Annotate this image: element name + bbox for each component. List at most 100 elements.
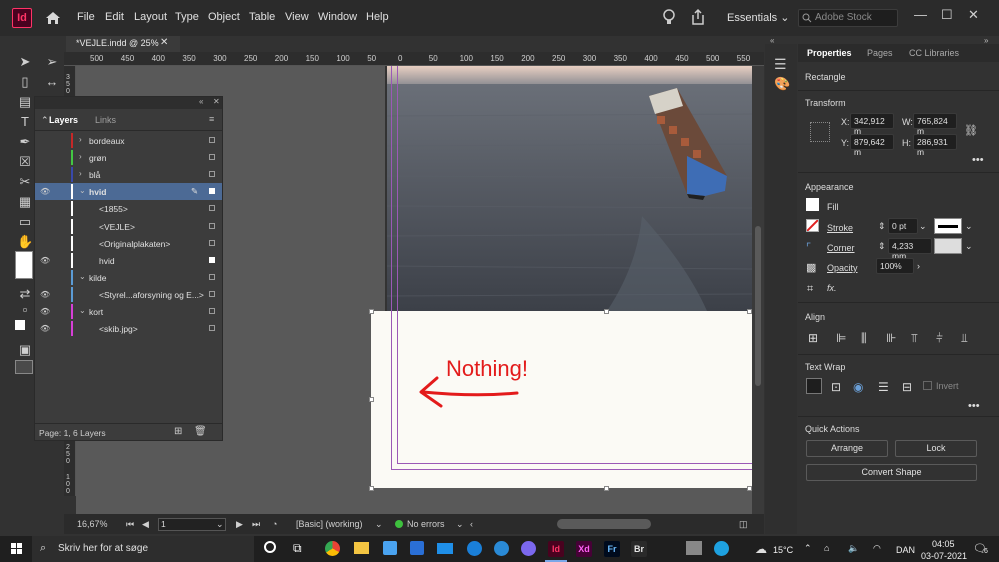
formatting-affects-container-icon[interactable]: ▫: [17, 302, 33, 318]
layer-row[interactable]: › grøn: [35, 149, 222, 166]
adobe-stock-search-input[interactable]: Adobe Stock: [798, 9, 898, 27]
apply-color-icon[interactable]: [15, 320, 25, 330]
scroll-left-icon[interactable]: ‹: [470, 519, 473, 529]
object-styles-icon[interactable]: ⌗: [807, 283, 813, 296]
menu-layout[interactable]: Layout: [134, 11, 167, 23]
swap-fill-stroke-icon[interactable]: ⇄: [17, 286, 33, 302]
align-middle-icon[interactable]: ⫩: [936, 331, 943, 346]
wrap-object-shape-icon[interactable]: ◉: [853, 380, 863, 394]
chevron-down-icon[interactable]: ⌄: [79, 272, 86, 281]
more-options-icon[interactable]: •••: [972, 154, 984, 166]
maximize-button[interactable]: ☐: [941, 7, 953, 23]
type-tool-icon[interactable]: T: [17, 114, 33, 130]
menu-type[interactable]: Type: [175, 11, 199, 23]
align-left-icon[interactable]: ⊫: [836, 331, 846, 345]
stroke-swatch-icon[interactable]: [806, 219, 819, 232]
collapse-toggle-icon[interactable]: ⌃: [41, 115, 49, 126]
hand-tool-icon[interactable]: ✋: [17, 234, 33, 250]
tab-layers[interactable]: Layers: [49, 115, 78, 125]
selection-square-icon[interactable]: [209, 171, 215, 178]
panel-titlebar[interactable]: « ✕: [35, 97, 222, 109]
home-icon[interactable]: [44, 9, 62, 27]
corner-shape-swatch[interactable]: [934, 238, 962, 254]
direct-selection-tool-icon[interactable]: ➢: [44, 54, 60, 70]
taskbar-app-id-icon[interactable]: Id: [548, 541, 564, 557]
close-window-button[interactable]: ✕: [968, 7, 979, 23]
no-wrap-icon[interactable]: [806, 378, 822, 394]
next-page-icon[interactable]: ▶: [236, 519, 243, 530]
layer-row[interactable]: › bordeaux: [35, 132, 222, 149]
h-field[interactable]: 286,931 m: [913, 134, 957, 157]
scissors-tool-icon[interactable]: ✂: [17, 174, 33, 190]
wifi-icon[interactable]: ◠: [873, 543, 881, 554]
app-icon[interactable]: [686, 541, 702, 555]
language-indicator[interactable]: DAN: [896, 545, 915, 555]
selection-square-icon[interactable]: [209, 239, 215, 246]
w-field[interactable]: 765,824 m: [913, 113, 957, 136]
selection-square-icon[interactable]: [209, 308, 215, 314]
collapse-panel-icon[interactable]: «: [199, 97, 203, 106]
chevron-down-icon[interactable]: ⌄: [965, 221, 973, 232]
selection-square-icon[interactable]: [209, 273, 215, 280]
opacity-field[interactable]: 100%: [876, 258, 914, 274]
constrain-proportions-icon[interactable]: ⛓: [964, 124, 978, 137]
wrap-bounding-box-icon[interactable]: ⊡: [831, 380, 841, 394]
vertical-scrollbar[interactable]: [752, 66, 764, 514]
new-layer-icon[interactable]: ⊞: [174, 426, 182, 437]
jump-object-icon[interactable]: ☰: [878, 380, 889, 394]
fill-swatch[interactable]: [15, 251, 33, 279]
layer-row[interactable]: 👁 ⌄ kort: [35, 303, 222, 320]
skype-icon[interactable]: [467, 541, 482, 556]
page-tool-icon[interactable]: ▯: [17, 74, 33, 90]
menu-object[interactable]: Object: [208, 11, 240, 23]
selection-square-icon[interactable]: [209, 188, 215, 195]
first-page-icon[interactable]: ⏮: [126, 519, 134, 530]
corner-label[interactable]: Corner: [827, 243, 855, 253]
align-right-icon[interactable]: ⊪: [886, 331, 896, 345]
arrange-button[interactable]: Arrange: [806, 440, 888, 457]
more-options-icon[interactable]: •••: [968, 400, 980, 412]
windows-start-icon[interactable]: [11, 543, 23, 555]
stroke-type-swatch[interactable]: [934, 218, 962, 234]
content-collector-icon[interactable]: ▤: [17, 94, 33, 110]
selection-handle[interactable]: [369, 309, 374, 314]
taskbar-app-xd-icon[interactable]: Xd: [576, 541, 592, 557]
note-tool-icon[interactable]: ▭: [17, 214, 33, 230]
cortana-icon[interactable]: [264, 541, 276, 553]
layer-row[interactable]: 👁 <Styrel...aforsyning og E...>: [35, 286, 222, 303]
tab-properties[interactable]: Properties: [807, 48, 852, 58]
taskbar-app-fr-icon[interactable]: Fr: [604, 541, 620, 557]
file-explorer-icon[interactable]: [354, 542, 369, 554]
jump-next-column-icon[interactable]: ⊟: [902, 380, 912, 394]
chevron-down-icon[interactable]: ⌄: [919, 221, 927, 232]
volume-icon[interactable]: 🔈: [848, 543, 859, 554]
menu-window[interactable]: Window: [318, 11, 357, 23]
panel-menu-icon[interactable]: ≡: [209, 114, 214, 124]
pen-tool-icon[interactable]: ✒: [17, 134, 33, 150]
last-page-icon[interactable]: ⏭: [252, 519, 260, 530]
close-tab-icon[interactable]: ✕: [160, 37, 168, 48]
layer-row[interactable]: <1855>: [35, 200, 222, 217]
preflight-icon[interactable]: ◔: [272, 519, 277, 529]
chevron-right-icon[interactable]: ›: [917, 261, 920, 271]
corner-size-field[interactable]: 4,233 mm: [888, 238, 932, 261]
menu-help[interactable]: Help: [366, 11, 389, 23]
selection-square-icon[interactable]: [209, 154, 215, 161]
workspace-switcher[interactable]: Essentials ⌄: [727, 11, 789, 24]
fx-button[interactable]: fx.: [827, 283, 837, 293]
selection-square-icon[interactable]: [209, 222, 215, 229]
menu-edit[interactable]: Edit: [105, 11, 124, 23]
selection-square-icon[interactable]: [209, 137, 215, 143]
align-top-icon[interactable]: ⫪: [911, 331, 918, 346]
reference-point-icon[interactable]: [810, 122, 830, 142]
calendar-icon[interactable]: [410, 541, 424, 555]
view-mode-icon[interactable]: [15, 360, 33, 374]
taskbar-app-br-icon[interactable]: Br: [631, 541, 647, 557]
edge-icon[interactable]: [714, 541, 729, 556]
x-field[interactable]: 342,912 m: [850, 113, 894, 136]
chevron-up-icon[interactable]: ⌃: [804, 543, 812, 554]
visibility-eye-icon[interactable]: 👁: [40, 256, 50, 265]
visibility-eye-icon[interactable]: 👁: [40, 290, 50, 299]
app-icon[interactable]: [494, 541, 509, 556]
visibility-eye-icon[interactable]: 👁: [40, 324, 50, 333]
